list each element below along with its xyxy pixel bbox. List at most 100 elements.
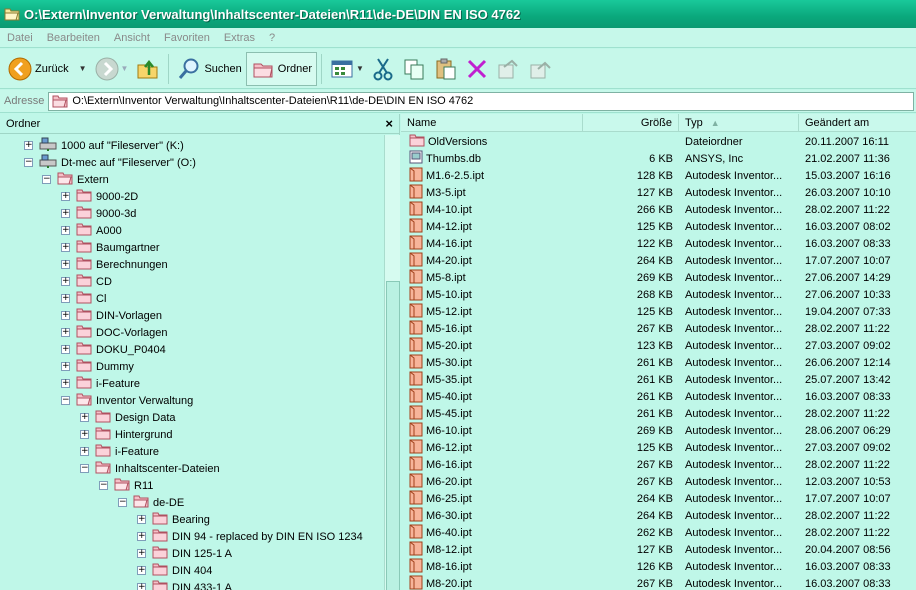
expand-icon[interactable]: + [61,311,70,320]
tree-item[interactable]: + i-Feature [80,443,159,460]
expand-icon[interactable]: + [137,566,146,575]
file-row[interactable]: M5-12.ipt 125 KB Autodesk Inventor... 19.04… [401,303,916,320]
file-row[interactable]: M8-12.ipt 127 KB Autodesk Inventor... 20.04… [401,541,916,558]
expand-icon[interactable]: + [61,294,70,303]
address-input[interactable]: O:\Extern\Inventor Verwaltung\Inhaltscen… [48,91,914,111]
collapse-icon[interactable]: − [42,175,51,184]
title-bar[interactable]: O:\Extern\Inventor Verwaltung\Inhaltscen… [0,0,916,28]
tree-item[interactable]: + A000 [61,222,122,239]
tree-item[interactable]: − Extern [42,171,109,188]
tree-item[interactable]: + CD [61,273,112,290]
search-button[interactable]: Suchen [173,52,245,86]
file-row[interactable]: M1.6-2.5.ipt 128 KB Autodesk Inventor... 15… [401,167,916,184]
collapse-icon[interactable]: − [118,498,127,507]
expand-icon[interactable]: + [61,277,70,286]
collapse-icon[interactable]: − [99,481,108,490]
tree-item[interactable]: + Bearing [137,511,210,528]
forward-button[interactable]: ▼ [91,52,133,86]
column-date[interactable]: Geändert am [799,114,916,132]
file-row[interactable]: M5-10.ipt 268 KB Autodesk Inventor... 27.06… [401,286,916,303]
collapse-icon[interactable]: − [61,396,70,405]
tree-item[interactable]: + DOKU_P0404 [61,341,166,358]
file-row[interactable]: M5-16.ipt 267 KB Autodesk Inventor... 28.02… [401,320,916,337]
expand-icon[interactable]: + [61,362,70,371]
tree-item[interactable]: + Hintergrund [80,426,172,443]
tree-item[interactable]: − Dt-mec auf "Fileserver" (O:) [24,154,196,171]
expand-icon[interactable]: + [61,328,70,337]
tree-item[interactable]: + Cl [61,290,106,307]
expand-icon[interactable]: + [61,260,70,269]
file-row[interactable]: M6-12.ipt 125 KB Autodesk Inventor... 27.03… [401,439,916,456]
file-row[interactable]: M6-10.ipt 269 KB Autodesk Inventor... 28.06… [401,422,916,439]
expand-icon[interactable]: + [24,141,33,150]
menu-ansicht[interactable]: Ansicht [107,32,157,44]
tree-item[interactable]: + DIN-Vorlagen [61,307,162,324]
tree-item[interactable]: + DIN 94 - replaced by DIN EN ISO 1234 [137,528,363,545]
tree-item[interactable]: + Baumgartner [61,239,160,256]
column-size[interactable]: Größe [583,114,679,132]
file-row[interactable]: M4-10.ipt 266 KB Autodesk Inventor... 28.02… [401,201,916,218]
copy-button[interactable] [398,52,430,86]
expand-icon[interactable]: + [137,583,146,590]
folder-tree-scrollbar[interactable] [384,135,400,590]
tree-item[interactable]: + DIN 404 [137,562,212,579]
cut-button[interactable] [368,52,398,86]
expand-icon[interactable]: + [61,243,70,252]
redo-button[interactable] [524,52,556,86]
tree-item[interactable]: − R11 [99,477,153,494]
folders-toggle-button[interactable]: Ordner [245,51,318,86]
up-folder-button[interactable] [132,52,164,86]
file-row[interactable]: M5-30.ipt 261 KB Autodesk Inventor... 26.06… [401,354,916,371]
collapse-icon[interactable]: − [24,158,33,167]
paste-button[interactable] [430,52,462,86]
tree-item[interactable]: + Berechnungen [61,256,168,273]
delete-button[interactable] [462,52,492,86]
file-row[interactable]: Thumbs.db 6 KB ANSYS, Inc 21.02.2007 11:36 [401,150,916,167]
close-icon[interactable]: × [385,116,393,131]
file-row[interactable]: M6-40.ipt 262 KB Autodesk Inventor... 28.02… [401,524,916,541]
tree-item[interactable]: +1000 auf "Fileserver" (K:) [24,137,184,154]
scrollbar-thumb[interactable] [386,281,400,590]
collapse-icon[interactable]: − [80,464,89,473]
file-row[interactable]: M3-5.ipt 127 KB Autodesk Inventor... 26.03.… [401,184,916,201]
tree-item[interactable]: + Dummy [61,358,134,375]
column-name[interactable]: Name [401,114,583,132]
expand-icon[interactable]: + [80,413,89,422]
expand-icon[interactable]: + [61,226,70,235]
tree-item[interactable]: − de-DE [118,494,184,511]
tree-item[interactable]: + DIN 125-1 A [137,545,232,562]
file-row[interactable]: M5-8.ipt 269 KB Autodesk Inventor... 27.06.… [401,269,916,286]
tree-item[interactable]: − Inhaltscenter-Dateien [80,460,220,477]
menu-datei[interactable]: Datei [0,32,40,44]
tree-item[interactable]: + DIN 433-1 A [137,579,232,590]
file-row[interactable]: M8-16.ipt 126 KB Autodesk Inventor... 16.03… [401,558,916,575]
expand-icon[interactable]: + [80,447,89,456]
file-row[interactable]: M6-30.ipt 264 KB Autodesk Inventor... 28.02… [401,507,916,524]
back-button[interactable]: Zurück [4,52,73,86]
file-row[interactable]: M6-16.ipt 267 KB Autodesk Inventor... 28.02… [401,456,916,473]
expand-icon[interactable]: + [61,209,70,218]
file-row[interactable]: M5-20.ipt 123 KB Autodesk Inventor... 27.03… [401,337,916,354]
views-button[interactable]: ▼ [326,52,368,86]
expand-icon[interactable]: + [137,549,146,558]
file-row[interactable]: M4-16.ipt 122 KB Autodesk Inventor... 16.03… [401,235,916,252]
expand-icon[interactable]: + [61,379,70,388]
file-row[interactable]: M4-12.ipt 125 KB Autodesk Inventor... 16.03… [401,218,916,235]
file-row[interactable]: M5-40.ipt 261 KB Autodesk Inventor... 16.03… [401,388,916,405]
file-row[interactable]: M5-45.ipt 261 KB Autodesk Inventor... 28.02… [401,405,916,422]
back-history-dropdown[interactable]: ▼ [73,52,91,86]
expand-icon[interactable]: + [137,515,146,524]
file-row[interactable]: M8-20.ipt 267 KB Autodesk Inventor... 16.03… [401,575,916,590]
column-type[interactable]: Typ ▲ [679,114,799,132]
tree-item[interactable]: +9000-3d [61,205,136,222]
expand-icon[interactable]: + [137,532,146,541]
menu-help[interactable]: ? [262,32,282,44]
menu-favoriten[interactable]: Favoriten [157,32,217,44]
expand-icon[interactable]: + [61,192,70,201]
undo-button[interactable] [492,52,524,86]
expand-icon[interactable]: + [80,430,89,439]
file-row[interactable]: M6-25.ipt 264 KB Autodesk Inventor... 17.07… [401,490,916,507]
menu-bearbeiten[interactable]: Bearbeiten [40,32,107,44]
expand-icon[interactable]: + [61,345,70,354]
tree-item[interactable]: − Inventor Verwaltung [61,392,193,409]
